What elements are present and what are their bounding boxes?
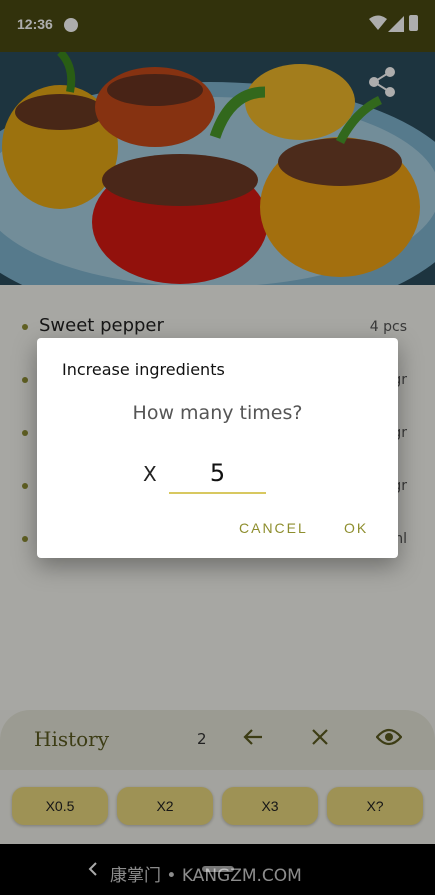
nav-back-icon[interactable] — [88, 862, 98, 876]
navigation-bar: 康掌门 • KANGZM.COM — [0, 844, 435, 895]
ok-button[interactable]: OK — [344, 520, 368, 536]
multiplier-input[interactable] — [169, 454, 266, 494]
cancel-button[interactable]: CANCEL — [239, 520, 308, 536]
watermark-text: 康掌门 • KANGZM.COM — [110, 866, 302, 886]
increase-ingredients-dialog: Increase ingredients How many times? X C… — [37, 338, 398, 558]
dialog-title: Increase ingredients — [62, 360, 225, 379]
multiplier-prefix: X — [143, 462, 157, 486]
dialog-question: How many times? — [132, 402, 303, 424]
